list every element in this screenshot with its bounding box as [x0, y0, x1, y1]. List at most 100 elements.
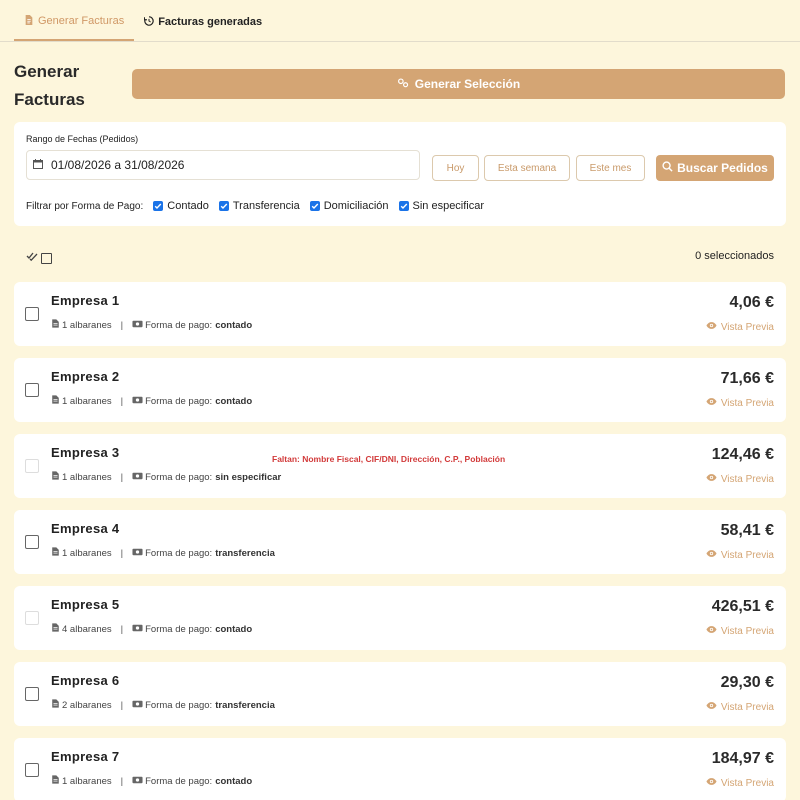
preview-link[interactable]: Vista Previa [706, 777, 774, 789]
preview-label: Vista Previa [720, 549, 774, 561]
page-title: Generar Facturas [14, 62, 85, 109]
company-name: Empresa 3 [51, 445, 120, 460]
date-range-input[interactable]: 01/08/2026 a 31/08/2026 [26, 150, 420, 180]
company-meta: 1 albaranes | Forma de pago: transferenc… [51, 547, 275, 559]
albaranes-count: 1 albaranes [62, 319, 112, 331]
albaranes-count: 1 albaranes [62, 775, 112, 787]
money-bill-icon [132, 624, 145, 635]
money-bill-icon [132, 776, 145, 787]
tab-facturas-generadas[interactable]: Facturas generadas [134, 11, 272, 41]
selection-tools [26, 249, 52, 267]
file-icon [51, 699, 62, 711]
missing-data-warning: Faltan: Nombre Fiscal, CIF/DNI, Direcció… [272, 454, 506, 464]
payment-method-label: Forma de pago: [145, 547, 213, 559]
albaranes-count: 1 albaranes [62, 547, 112, 559]
payment-filter-contado[interactable]: Contado [153, 200, 209, 212]
calendar-icon [33, 158, 43, 172]
file-icon [51, 395, 62, 407]
tab-label: Facturas generadas [158, 16, 263, 28]
company-checkbox[interactable] [25, 611, 39, 625]
albaranes-count: 1 albaranes [62, 471, 112, 483]
payment-filter-row: Filtrar por Forma de Pago: Contado Trans… [26, 200, 494, 212]
file-icon [51, 471, 62, 483]
preview-label: Vista Previa [720, 397, 774, 409]
file-icon [51, 775, 62, 787]
payment-option-label: Domiciliación [323, 200, 389, 212]
company-meta: 1 albaranes | Forma de pago: contado [51, 395, 252, 407]
this-month-button[interactable]: Este mes [576, 155, 645, 181]
eye-icon [706, 701, 717, 713]
preview-label: Vista Previa [720, 777, 774, 789]
payment-filter-transferencia[interactable]: Transferencia [218, 200, 300, 212]
payment-method-label: Forma de pago: [145, 699, 213, 711]
albaranes-count: 2 albaranes [62, 699, 112, 711]
company-meta: 4 albaranes | Forma de pago: contado [51, 623, 252, 635]
company-name: Empresa 1 [51, 293, 120, 308]
checkbox-checked[interactable] [309, 201, 320, 211]
payment-method-label: Forma de pago: [145, 623, 213, 635]
preview-link[interactable]: Vista Previa [706, 473, 774, 485]
invoice-amount: 71,66 € [720, 370, 774, 387]
meta-separator: | [120, 471, 124, 483]
company-name: Empresa 6 [51, 673, 120, 688]
meta-separator: | [120, 395, 124, 407]
eye-icon [706, 625, 717, 637]
money-bill-icon [132, 472, 145, 483]
preview-link[interactable]: Vista Previa [706, 625, 774, 637]
preview-link[interactable]: Vista Previa [706, 321, 774, 333]
search-orders-button[interactable]: Buscar Pedidos [656, 155, 774, 181]
tab-label: Generar Facturas [38, 15, 125, 27]
today-button[interactable]: Hoy [432, 155, 479, 181]
company-name: Empresa 5 [51, 597, 120, 612]
company-meta: 2 albaranes | Forma de pago: transferenc… [51, 699, 275, 711]
checkbox-checked[interactable] [218, 201, 229, 211]
tab-bar: Generar Facturas Facturas generadas [0, 0, 800, 42]
albaranes-count: 4 albaranes [62, 623, 112, 635]
search-icon [662, 161, 673, 175]
preview-link[interactable]: Vista Previa [706, 701, 774, 713]
company-checkbox[interactable] [25, 459, 39, 473]
company-card: Empresa 1 1 albaranes | Forma de pago: c… [14, 282, 786, 346]
eye-icon [706, 397, 717, 409]
company-meta: 1 albaranes | Forma de pago: sin especif… [51, 471, 281, 483]
invoice-amount: 426,51 € [711, 598, 774, 615]
money-bill-icon [132, 700, 145, 711]
eye-icon [706, 321, 717, 333]
check-double-icon[interactable] [26, 249, 38, 267]
company-card: Empresa 6 2 albaranes | Forma de pago: t… [14, 662, 786, 726]
meta-separator: | [120, 699, 124, 711]
company-checkbox[interactable] [25, 383, 39, 397]
checkbox-checked[interactable] [153, 201, 164, 211]
this-week-button[interactable]: Esta semana [484, 155, 570, 181]
file-icon [51, 547, 62, 559]
company-card: Empresa 5 4 albaranes | Forma de pago: c… [14, 586, 786, 650]
payment-method-value: contado [215, 395, 253, 407]
company-checkbox[interactable] [25, 687, 39, 701]
invoice-amount: 4,06 € [729, 294, 774, 311]
payment-filter-sin-especificar[interactable]: Sin especificar [398, 200, 484, 212]
payment-method-label: Forma de pago: [145, 471, 213, 483]
history-icon [144, 15, 154, 29]
company-card: Empresa 7 1 albaranes | Forma de pago: c… [14, 738, 786, 800]
payment-method-value: transferencia [215, 699, 275, 711]
generate-selection-button[interactable]: Generar Selección [132, 69, 785, 99]
invoice-amount: 29,30 € [720, 674, 774, 691]
company-card: Empresa 3 Faltan: Nombre Fiscal, CIF/DNI… [14, 434, 786, 498]
file-icon [51, 623, 62, 635]
checkbox-checked[interactable] [398, 201, 409, 211]
company-checkbox[interactable] [25, 307, 39, 321]
preview-label: Vista Previa [720, 701, 774, 713]
payment-option-label: Contado [167, 200, 209, 212]
preview-label: Vista Previa [720, 473, 774, 485]
gears-icon [397, 77, 409, 92]
preview-link[interactable]: Vista Previa [706, 549, 774, 561]
file-icon [51, 319, 62, 331]
company-checkbox[interactable] [25, 535, 39, 549]
square-icon[interactable] [41, 252, 52, 264]
payment-method-value: contado [215, 319, 253, 331]
payment-filter-domiciliacion[interactable]: Domiciliación [309, 200, 389, 212]
preview-link[interactable]: Vista Previa [706, 397, 774, 409]
company-checkbox[interactable] [25, 763, 39, 777]
tab-generar-facturas[interactable]: Generar Facturas [14, 11, 135, 41]
payment-method-label: Forma de pago: [145, 319, 213, 331]
